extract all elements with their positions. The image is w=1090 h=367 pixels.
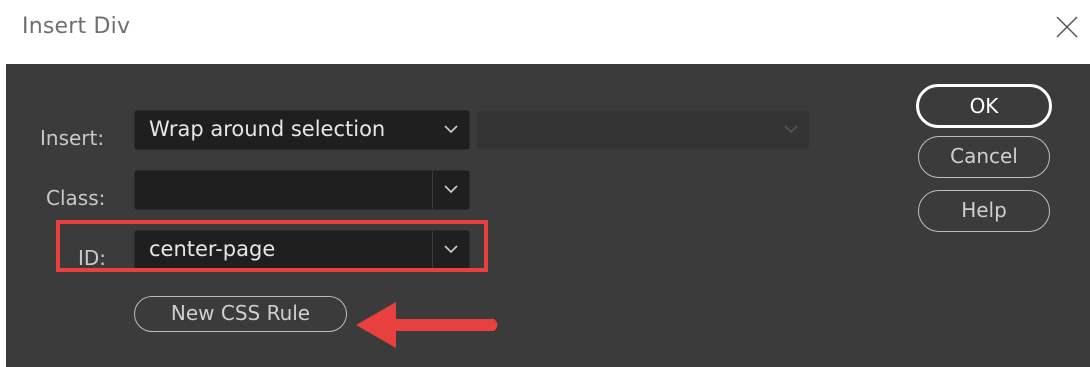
insert-target-select	[476, 110, 810, 150]
arrow-left-icon	[356, 302, 498, 348]
dialog-body: Insert: Wrap around selection Class: ID:…	[6, 64, 1090, 367]
chevron-down-icon	[444, 125, 458, 134]
new-css-rule-button[interactable]: New CSS Rule	[134, 296, 347, 332]
insert-div-dialog: Insert Div Insert: Wrap around selection…	[0, 0, 1090, 367]
chevron-down-icon	[444, 185, 458, 194]
cancel-button[interactable]: Cancel	[918, 136, 1050, 178]
dialog-title: Insert Div	[22, 14, 131, 39]
id-highlight-box	[56, 220, 488, 272]
class-label: Class:	[46, 186, 106, 210]
class-select-divider	[432, 171, 433, 209]
chevron-down-icon	[784, 125, 798, 134]
class-select[interactable]	[134, 170, 470, 210]
insert-select-value: Wrap around selection	[149, 117, 386, 141]
insert-select[interactable]: Wrap around selection	[134, 110, 470, 150]
help-button[interactable]: Help	[918, 190, 1050, 232]
close-icon[interactable]	[1054, 14, 1080, 40]
ok-button[interactable]: OK	[916, 84, 1052, 128]
insert-label: Insert:	[40, 126, 105, 150]
